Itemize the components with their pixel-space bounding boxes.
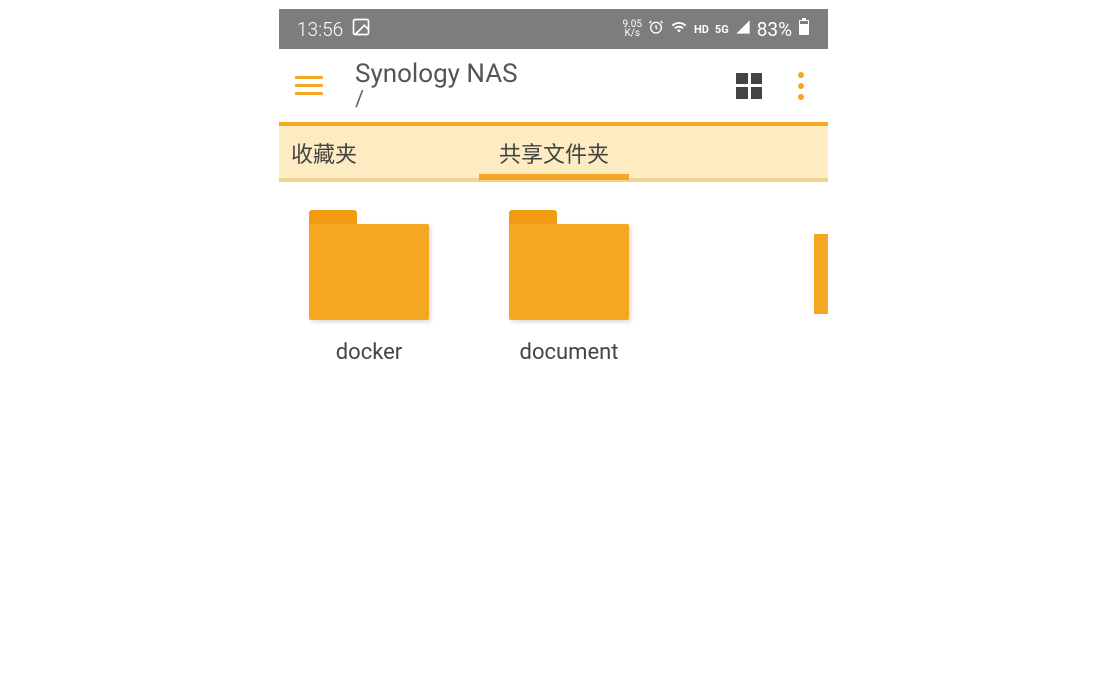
more-options-icon[interactable] [790,68,812,104]
folder-label: docker [336,340,403,365]
status-bar: 13:56 9.05 K/s HD 5G 83% [279,9,828,49]
folder-icon [309,210,429,320]
alarm-icon [648,19,664,39]
app-title-block: Synology NAS / [355,59,736,112]
hamburger-menu-icon[interactable] [295,68,323,103]
status-time: 13:56 [297,18,343,41]
folder-item-docker[interactable]: docker [299,210,439,365]
net-speed-unit: K/s [624,29,640,38]
scroll-accent [814,234,828,314]
folder-grid: docker document [279,180,828,395]
tab-bar: 收藏夹 共享文件夹 [279,126,828,180]
grid-view-icon[interactable] [736,73,762,99]
wifi-icon [670,19,688,39]
tab-shared-folders[interactable]: 共享文件夹 [479,137,629,169]
folder-icon [509,210,629,320]
app-bar: Synology NAS / [279,49,828,122]
battery-icon [798,18,810,40]
tab-favorites[interactable]: 收藏夹 [279,137,479,169]
signal-icon [735,19,751,39]
app-title: Synology NAS [355,59,736,89]
breadcrumb-path[interactable]: / [355,87,736,112]
status-left: 13:56 [297,17,371,42]
folder-label: document [520,340,619,365]
hd-indicator: HD [694,23,709,36]
net-speed-indicator: 9.05 K/s [622,20,642,38]
picture-icon [351,17,371,42]
phone-screen: 13:56 9.05 K/s HD 5G 83% [279,9,828,395]
folder-item-document[interactable]: document [499,210,639,365]
network-type: 5G [715,23,729,36]
battery-percent: 83% [757,18,792,41]
status-right: 9.05 K/s HD 5G 83% [622,18,810,41]
